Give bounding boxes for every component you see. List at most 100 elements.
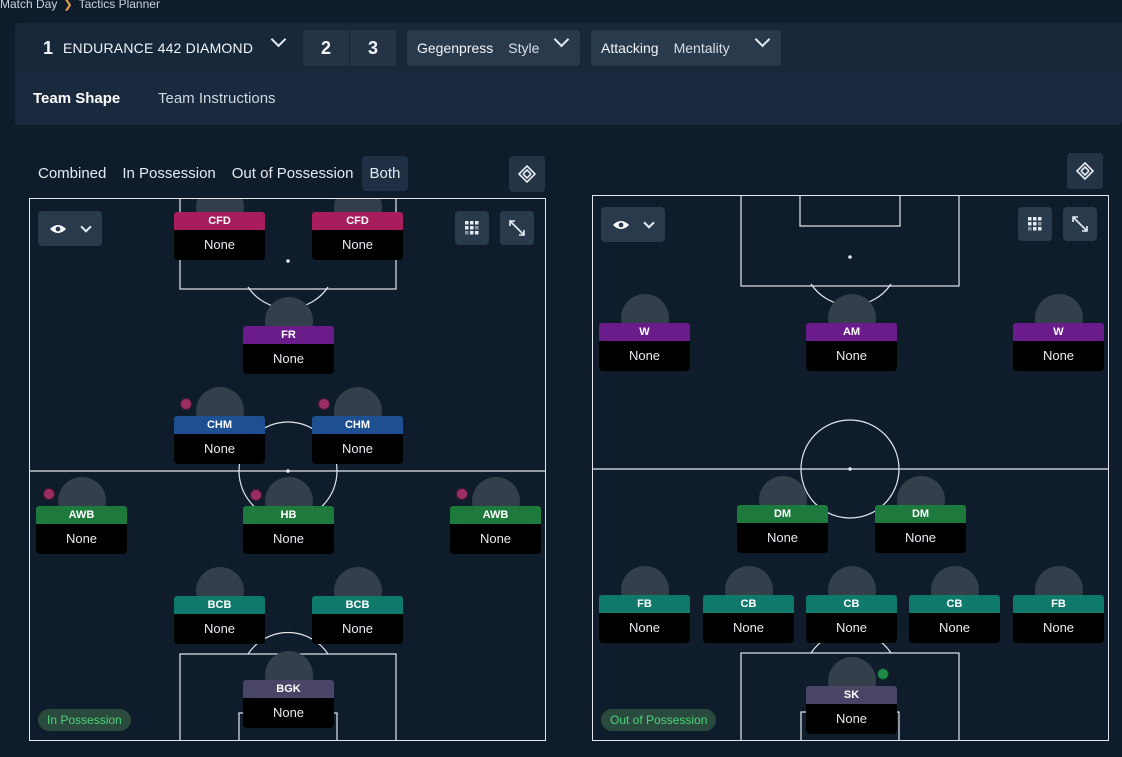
tab-team-instructions[interactable]: Team Instructions [158,90,276,107]
duty-label: None [1013,613,1104,643]
role-label: BGK [243,680,334,698]
grid-icon[interactable] [455,211,489,245]
visibility-dropdown[interactable] [601,207,665,242]
duty-label: None [243,524,334,554]
duty-label: None [174,614,265,644]
grid-icon[interactable] [1018,207,1052,241]
player-slot[interactable]: W None [599,294,690,371]
role-label: CB [806,595,897,613]
player-slot[interactable]: AWB None [450,477,541,554]
expand-icon[interactable] [500,211,534,245]
tactic-toolbar: 1 ENDURANCE 442 DIAMOND 2 3 Gegenpress S… [15,23,1122,73]
tactic-slot-2-button[interactable]: 2 [303,30,349,66]
player-slot[interactable]: DM None [875,476,966,553]
player-slot[interactable]: CHM None [174,387,265,464]
player-slot[interactable]: FB None [1013,566,1104,643]
style-dropdown[interactable]: Gegenpress Style [407,30,580,66]
duty-label: None [1013,341,1104,371]
player-slot[interactable]: SK None [806,657,897,734]
player-slot[interactable]: BCB None [174,567,265,644]
duty-label: None [599,613,690,643]
role-badge-icon [43,488,55,500]
player-slot[interactable]: CHM None [312,387,403,464]
duty-label: None [806,341,897,371]
player-slot[interactable]: AWB None [36,477,127,554]
role-label: AWB [450,506,541,524]
tactic-number: 1 [43,37,54,58]
role-label: CB [909,595,1000,613]
player-slot[interactable]: W None [1013,294,1104,371]
mentality-label: Mentality [673,40,730,56]
chevron-down-icon [80,220,92,233]
view-tab-out-of-possession[interactable]: Out of Possession [224,156,362,191]
chevron-right-icon: ❯ [63,0,73,11]
view-toggle: Combined In Possession Out of Possession… [30,156,409,191]
tactic-selector[interactable]: 1 ENDURANCE 442 DIAMOND [43,37,253,59]
duty-label: None [909,613,1000,643]
mentality-dropdown[interactable]: Attacking Mentality [591,30,781,66]
player-slot[interactable]: CB None [909,566,1000,643]
tactic-slot-3-button[interactable]: 3 [350,30,396,66]
style-value: Gegenpress [417,40,494,56]
duty-label: None [312,434,403,464]
visibility-dropdown[interactable] [38,211,102,246]
breadcrumb-parent[interactable]: Match Day [0,0,57,11]
duty-label: None [243,344,334,374]
duty-label: None [703,613,794,643]
pitch-in-possession: CFD None CFD None FR None CHM None CHM N… [29,198,546,741]
chevron-down-icon [553,31,570,48]
duty-label: None [806,704,897,734]
view-tab-both[interactable]: Both [361,156,409,191]
duty-label: None [450,524,541,554]
duty-label: None [312,230,403,260]
chevron-down-icon[interactable] [270,31,287,48]
role-label: BCB [312,596,403,614]
duty-label: None [875,523,966,553]
swap-icon[interactable] [1067,153,1103,189]
role-label: CHM [312,416,403,434]
role-badge-icon [318,398,330,410]
role-label: CFD [174,212,265,230]
role-badge-icon [456,488,468,500]
role-label: SK [806,686,897,704]
breadcrumb-current: Tactics Planner [78,0,160,11]
role-label: DM [737,505,828,523]
duty-label: None [599,341,690,371]
player-slot[interactable]: CB None [806,566,897,643]
role-label: FR [243,326,334,344]
player-slot[interactable]: CFD None [312,199,403,260]
player-slot[interactable]: FB None [599,566,690,643]
role-label: DM [875,505,966,523]
eye-icon [50,224,66,233]
subtab-bar: Team Shape Team Instructions [15,73,1122,125]
view-tab-combined[interactable]: Combined [30,156,114,191]
duty-label: None [312,614,403,644]
role-label: CB [703,595,794,613]
style-label: Style [508,40,540,56]
player-slot[interactable]: CB None [703,566,794,643]
player-slot[interactable]: BCB None [312,567,403,644]
player-slot[interactable]: DM None [737,476,828,553]
player-slot[interactable]: FR None [243,297,334,374]
role-label: W [1013,323,1104,341]
player-slot[interactable]: AM None [806,294,897,371]
swap-icon[interactable] [509,156,545,192]
chevron-down-icon [754,31,771,48]
player-slot[interactable]: HB None [243,477,334,554]
role-label: CFD [312,212,403,230]
role-badge-icon [877,668,889,680]
view-tab-in-possession[interactable]: In Possession [114,156,223,191]
mentality-value: Attacking [601,40,659,56]
role-label: FB [599,595,690,613]
player-slot[interactable]: BGK None [243,651,334,728]
tab-team-shape[interactable]: Team Shape [33,90,120,107]
role-label: AWB [36,506,127,524]
breadcrumb: Match Day ❯ Tactics Planner [0,0,160,11]
player-slot[interactable]: CFD None [174,199,265,260]
role-label: FB [1013,595,1104,613]
role-badge-icon [250,489,262,501]
duty-label: None [243,698,334,728]
role-label: BCB [174,596,265,614]
expand-icon[interactable] [1063,207,1097,241]
role-label: W [599,323,690,341]
